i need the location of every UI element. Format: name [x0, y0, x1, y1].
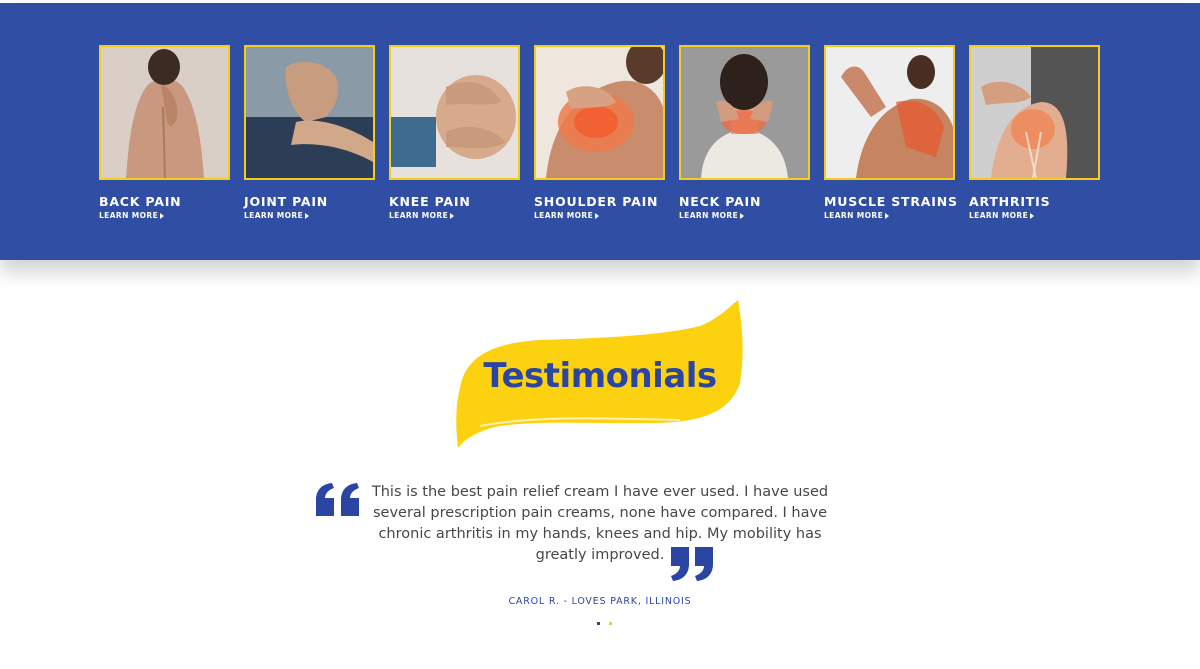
arrow-right-icon — [1030, 212, 1035, 219]
condition-title: ARTHRITIS — [969, 194, 1051, 209]
arrow-right-icon — [885, 212, 890, 219]
testimonials-heading: Testimonials — [450, 298, 750, 453]
slider-dots — [597, 622, 612, 625]
learn-more-link[interactable]: LEARN MORE — [99, 211, 230, 220]
arrow-right-icon — [740, 212, 745, 219]
shoulder-pain-photo[interactable] — [534, 45, 665, 180]
arrow-right-icon — [305, 212, 310, 219]
learn-more-link[interactable]: LEARN MORE — [389, 211, 520, 220]
learn-more-link[interactable]: LEARN MORE — [244, 211, 375, 220]
arrow-right-icon — [595, 212, 600, 219]
condition-card-neck-pain[interactable]: NECK PAIN LEARN MORE — [679, 45, 810, 220]
joint-pain-photo[interactable] — [244, 45, 375, 180]
arrow-right-icon — [160, 212, 165, 219]
condition-card-back-pain[interactable]: BACK PAIN LEARN MORE — [99, 45, 230, 220]
condition-title: BACK PAIN — [99, 194, 182, 209]
testimonial-author: CAROL R. - LOVES PARK, ILLINOIS — [508, 596, 692, 607]
condition-card-joint-pain[interactable]: JOINT PAIN LEARN MORE — [244, 45, 375, 220]
conditions-band: BACK PAIN LEARN MORE JOINT PAIN LEARN MO… — [0, 3, 1200, 260]
arthritis-photo[interactable] — [969, 45, 1100, 180]
muscle-strains-photo[interactable] — [824, 45, 955, 180]
learn-more-link[interactable]: LEARN MORE — [824, 211, 955, 220]
learn-more-link[interactable]: LEARN MORE — [679, 211, 810, 220]
testimonials-title: Testimonials — [483, 356, 717, 396]
condition-card-knee-pain[interactable]: KNEE PAIN LEARN MORE — [389, 45, 520, 220]
condition-title: SHOULDER PAIN — [534, 194, 659, 209]
slider-dot-1[interactable] — [597, 622, 600, 625]
condition-title: KNEE PAIN — [389, 194, 471, 209]
close-quote-icon — [671, 547, 713, 581]
testimonial-quote: This is the best pain relief cream I hav… — [371, 484, 829, 563]
neck-pain-photo[interactable] — [679, 45, 810, 180]
condition-title: MUSCLE STRAINS — [824, 194, 958, 209]
condition-title: NECK PAIN — [679, 194, 762, 209]
condition-title: JOINT PAIN — [244, 194, 329, 209]
learn-more-link[interactable]: LEARN MORE — [969, 211, 1100, 220]
slider-dot-2[interactable] — [609, 622, 612, 625]
learn-more-link[interactable]: LEARN MORE — [534, 211, 665, 220]
condition-card-arthritis[interactable]: ARTHRITIS LEARN MORE — [969, 45, 1100, 220]
back-pain-photo[interactable] — [99, 45, 230, 180]
knee-pain-photo[interactable] — [389, 45, 520, 180]
arrow-right-icon — [450, 212, 455, 219]
open-quote-icon — [316, 483, 359, 516]
condition-card-shoulder-pain[interactable]: SHOULDER PAIN LEARN MORE — [534, 45, 665, 220]
condition-card-muscle-strains[interactable]: MUSCLE STRAINS LEARN MORE — [824, 45, 958, 220]
